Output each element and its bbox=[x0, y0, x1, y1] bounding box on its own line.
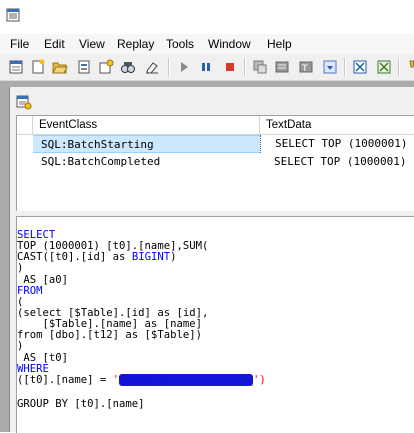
sql-text: from [dbo].[t12] as [$Table]) bbox=[17, 329, 202, 341]
menu-window[interactable]: Window bbox=[208, 37, 251, 51]
sql-text: ) bbox=[17, 262, 24, 274]
menu-bar: File Edit View Replay Tools Window Help bbox=[0, 34, 414, 54]
row-header-corner bbox=[17, 116, 33, 134]
eventclass-cell: SQL:BatchStarting bbox=[33, 135, 260, 153]
redacted-value: REDACTED_____________ bbox=[119, 374, 253, 386]
open-icon[interactable] bbox=[52, 59, 68, 75]
sql-text-panel[interactable]: SELECT TOP (1000001) [t0].[name],SUM(CAST… bbox=[16, 216, 414, 433]
scroll-icon[interactable] bbox=[352, 59, 368, 75]
auto-scroll-icon[interactable] bbox=[322, 59, 338, 75]
app-icon bbox=[6, 8, 20, 22]
pause-icon[interactable] bbox=[198, 59, 214, 75]
find-icon[interactable] bbox=[120, 59, 136, 75]
stop-icon[interactable] bbox=[222, 59, 238, 75]
sql-string: ') bbox=[253, 374, 266, 386]
menu-file[interactable]: File bbox=[10, 37, 29, 51]
menu-view[interactable]: View bbox=[79, 37, 105, 51]
title-bar bbox=[0, 0, 414, 32]
menu-replay[interactable]: Replay bbox=[117, 37, 154, 51]
toolbar: T bbox=[0, 54, 414, 81]
column-header-textdata[interactable]: TextData bbox=[260, 116, 414, 134]
sql-line: ) bbox=[17, 262, 23, 274]
table-row[interactable]: SQL:BatchStarting SELECT TOP (1000001) [ bbox=[17, 135, 414, 153]
eventclass-cell: SQL:BatchCompleted bbox=[41, 155, 161, 168]
sql-text: CAST([t0].[id] as bbox=[17, 251, 132, 263]
textdata-cell: SELECT TOP (1000001) [ bbox=[274, 155, 414, 168]
clear-icon[interactable] bbox=[144, 59, 160, 75]
svg-text:T: T bbox=[301, 64, 308, 74]
trace-window-icon bbox=[16, 95, 32, 110]
run-to-cursor-icon[interactable] bbox=[274, 59, 290, 75]
toolbar-separator bbox=[244, 58, 246, 76]
new-template-icon[interactable] bbox=[30, 59, 46, 75]
sql-line: from [dbo].[t12] as [$Table]) bbox=[17, 329, 202, 341]
sql-line: CAST([t0].[id] as BIGINT) bbox=[17, 251, 176, 263]
textdata-cell: SELECT TOP (1000001) [ bbox=[260, 135, 414, 153]
close-icon[interactable] bbox=[376, 59, 392, 75]
menu-tools[interactable]: Tools bbox=[166, 37, 194, 51]
table-row[interactable]: SQL:BatchCompleted SELECT TOP (1000001) … bbox=[17, 153, 414, 171]
sql-keyword: BIGINT bbox=[131, 251, 171, 263]
toolbar-separator bbox=[398, 58, 400, 76]
sql-line: ([t0].[name] = 'REDACTED_____________') bbox=[17, 374, 266, 386]
properties-icon[interactable] bbox=[76, 59, 92, 75]
column-header-eventclass[interactable]: EventClass bbox=[33, 116, 260, 134]
toolbar-separator bbox=[344, 58, 346, 76]
extract-icon[interactable] bbox=[98, 59, 114, 75]
sql-text: ) bbox=[170, 251, 177, 263]
help-icon[interactable] bbox=[404, 59, 414, 75]
events-grid: EventClass TextData SQL:BatchStarting SE… bbox=[16, 115, 414, 213]
sql-text: ([t0].[name] = bbox=[17, 374, 113, 386]
sql-line: ) bbox=[17, 340, 23, 352]
menu-edit[interactable]: Edit bbox=[44, 37, 65, 51]
step-icon[interactable] bbox=[252, 59, 268, 75]
breakpoint-icon[interactable]: T bbox=[298, 59, 314, 75]
menu-help[interactable]: Help bbox=[267, 37, 292, 51]
toolbar-separator bbox=[168, 58, 170, 76]
sql-text: GROUP BY [t0].[name] bbox=[17, 398, 145, 410]
sql-line: GROUP BY [t0].[name] bbox=[17, 398, 145, 410]
run-icon[interactable] bbox=[176, 59, 192, 75]
sql-text: ) bbox=[17, 340, 24, 352]
new-trace-icon[interactable] bbox=[8, 59, 24, 75]
grid-header: EventClass TextData bbox=[17, 116, 414, 135]
